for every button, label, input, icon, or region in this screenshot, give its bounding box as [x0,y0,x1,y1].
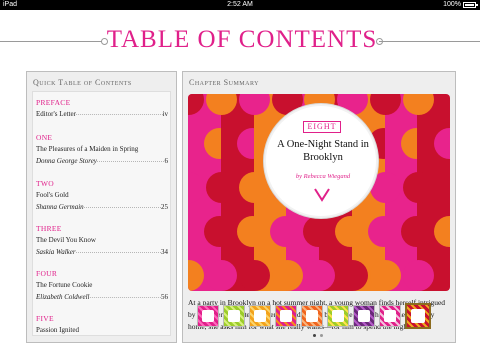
header-rule-left [0,41,103,42]
toc-leader-dots [76,247,161,257]
toc-leader-dots [84,202,161,212]
toc-section-one[interactable]: ONE The Pleasures of a Maiden in Spring Do… [36,133,168,166]
chapter-thumbnail[interactable] [405,303,431,329]
chapter-thumbnail[interactable] [275,305,297,327]
status-bar: iPad 2:52 AM 100% [0,0,480,10]
toc-entry-author: Saskia Walker [36,248,76,256]
toc-section-two[interactable]: TWO Fool's Gold Shanna Germain 25 [36,179,168,212]
chapter-thumbnail[interactable] [327,305,349,327]
thumbnail-label-plate [228,310,240,322]
chapter-thumbnail[interactable] [249,305,271,327]
chapter-thumbnail[interactable] [197,305,219,327]
cover-circle [337,260,369,291]
chapter-thumbnail[interactable] [301,305,323,327]
toc-section-label: TWO [36,179,54,188]
chapter-title: A One-Night Stand in Brooklyn [277,139,369,163]
chevron-down-icon[interactable] [314,186,330,202]
toc-section-preface[interactable]: PREFACE Editor's Letter iv [36,98,168,119]
page-title: TABLE OF CONTENTS [106,26,378,53]
page-dot[interactable] [320,334,323,337]
toc-entry[interactable]: The Pleasures of a Maiden in Spring [36,144,168,154]
cover-circle [402,260,434,291]
thumbnail-label-plate [202,310,214,322]
clock: 2:52 AM [227,1,253,8]
toc-section-four[interactable]: FOUR The Fortune Cookie Elizabeth Coldwell… [36,269,168,302]
chapter-cover[interactable]: EIGHT A One-Night Stand in Brooklyn by R… [188,94,450,291]
toc-section-label: PREFACE [36,98,71,107]
battery-percent: 100% [443,1,461,8]
toc-leader-dots [89,292,161,302]
cover-circle [206,260,238,291]
toc-entry-title: Passion Ignited [36,326,79,334]
cover-circle [271,260,303,291]
thumbnail-label-plate [280,310,292,322]
chapter-author: by Rebecca Wiegand [295,173,351,180]
toc-entry[interactable]: Fool's Gold [36,190,168,200]
chapter-thumbnail[interactable] [353,305,375,327]
toc-entry-title: Editor's Letter [36,110,76,118]
battery-status: 100% [443,0,478,10]
quick-toc-list[interactable]: PREFACE Editor's Letter iv ONE The Pleasures… [32,91,171,336]
quick-toc-panel: Quick Table of Contents PREFACE Editor's … [26,71,177,343]
toc-section-label: ONE [36,133,53,142]
toc-entry-title: The Devil You Know [36,236,96,244]
thumbnail-label-plate [254,310,266,322]
toc-entry-author: Donna George Storey [36,157,97,165]
toc-section-label: FIVE [36,314,54,323]
chapter-thumbnail[interactable] [223,305,245,327]
chapter-summary-heading: Chapter Summary [189,78,259,87]
cover-circle [238,260,270,291]
toc-section-label: FOUR [36,269,58,278]
toc-entry[interactable]: Elizabeth Coldwell 56 [36,292,168,302]
thumbnail-label-plate [332,310,344,322]
header-rule-right [379,41,480,42]
page-indicator[interactable] [313,334,323,337]
toc-page-number: 34 [161,248,168,256]
cover-circle [206,172,238,204]
chapter-thumbnail-strip [197,303,452,329]
toc-entry[interactable]: Passion Ignited [36,325,168,335]
toc-page-number: 56 [161,293,168,301]
toc-entry-title: The Pleasures of a Maiden in Spring [36,145,139,153]
battery-icon [463,2,478,8]
toc-entry[interactable]: The Devil You Know [36,235,168,245]
toc-section-label: THREE [36,224,62,233]
toc-section-five[interactable]: FIVE Passion Ignited [36,314,168,335]
thumbnail-label-plate [306,310,318,322]
toc-entry-title: Fool's Gold [36,191,69,199]
page-dot[interactable] [313,334,316,337]
cover-circle [402,172,434,204]
toc-entry[interactable]: The Fortune Cookie [36,280,168,290]
chapter-thumbnail[interactable] [379,305,401,327]
toc-entry[interactable]: Editor's Letter iv [36,109,168,119]
toc-page-number: iv [162,110,168,118]
toc-entry[interactable]: Saskia Walker 34 [36,247,168,257]
cover-circle [238,172,270,204]
thumbnail-label-plate [384,310,396,322]
toc-entry[interactable]: Donna George Storey 6 [36,156,168,166]
toc-entry-author: Elizabeth Coldwell [36,293,90,301]
toc-leader-dots [97,156,165,166]
chapter-medallion: EIGHT A One-Night Stand in Brooklyn by R… [264,104,378,218]
toc-entry-title: The Fortune Cookie [36,281,93,289]
toc-entry[interactable]: Shanna Germain 25 [36,202,168,212]
battery-fill [465,4,474,6]
thumbnail-label-plate [358,310,370,322]
cover-circle [369,260,401,291]
chapter-number: EIGHT [303,121,341,133]
quick-toc-heading: Quick Table of Contents [33,78,132,87]
toc-page-number: 25 [161,203,168,211]
toc-page-number: 6 [164,157,169,165]
toc-section-three[interactable]: THREE The Devil You Know Saskia Walker 34 [36,224,168,257]
thumbnail-label-plate [411,309,425,323]
toc-leader-dots [76,109,163,119]
toc-entry-author: Shanna Germain [36,203,84,211]
